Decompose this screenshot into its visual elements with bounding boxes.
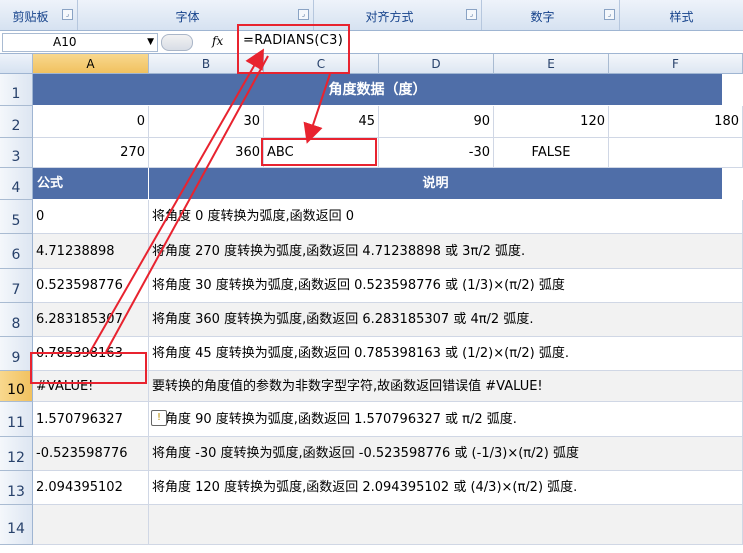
- ribbon-group-alignment[interactable]: 对齐方式 ⌟: [314, 0, 482, 30]
- description-cell-b14[interactable]: [149, 505, 743, 545]
- description-cell-b6[interactable]: 将角度 270 度转换为弧度,函数返回 4.71238898 或 3π/2 弧度…: [149, 234, 743, 269]
- formula-bar-handle[interactable]: [161, 34, 193, 51]
- description-cell-b5[interactable]: 将角度 0 度转换为弧度,函数返回 0: [149, 200, 743, 234]
- ribbon-group-number[interactable]: 数字 ⌟: [482, 0, 620, 30]
- row-header-10[interactable]: 10: [0, 371, 33, 402]
- row-header-3[interactable]: 3: [0, 138, 33, 168]
- data-cell-d2[interactable]: 90: [379, 106, 494, 138]
- ribbon-group-label: 对齐方式: [365, 10, 414, 24]
- table-title[interactable]: 角度数据（度）: [33, 74, 723, 106]
- description-cell-b12[interactable]: 将角度 -30 度转换为弧度,函数返回 -0.523598776 或 (-1/3…: [149, 437, 743, 471]
- chevron-down-icon[interactable]: ▼: [147, 34, 154, 51]
- row-header-13[interactable]: 13: [0, 471, 33, 505]
- ribbon-group-label: 字体: [175, 10, 200, 24]
- description-column-header[interactable]: 说明: [149, 168, 723, 200]
- data-cell-f2[interactable]: 180: [609, 106, 743, 138]
- result-cell-a11[interactable]: 1.570796327: [33, 402, 149, 437]
- result-cell-a8[interactable]: 6.283185307: [33, 303, 149, 337]
- data-cell-c3[interactable]: ABC: [264, 138, 379, 168]
- data-cell-c2[interactable]: 45: [264, 106, 379, 138]
- column-header-e[interactable]: E: [494, 54, 609, 74]
- row-header-14[interactable]: 14: [0, 505, 33, 545]
- description-cell-b13[interactable]: 将角度 120 度转换为弧度,函数返回 2.094395102 或 (4/3)×…: [149, 471, 743, 505]
- row-header-6[interactable]: 6: [0, 234, 33, 269]
- dialog-launcher-icon[interactable]: ⌟: [604, 9, 615, 20]
- dialog-launcher-icon[interactable]: ⌟: [298, 9, 309, 20]
- result-cell-a9[interactable]: 0.785398163: [33, 337, 149, 371]
- dialog-launcher-icon[interactable]: ⌟: [466, 9, 477, 20]
- result-cell-a5[interactable]: 0: [33, 200, 149, 234]
- ribbon-group-styles[interactable]: 样式: [620, 0, 743, 30]
- row-header-4[interactable]: 4: [0, 168, 33, 200]
- formula-column-header[interactable]: 公式: [33, 168, 149, 200]
- result-cell-a7[interactable]: 0.523598776: [33, 269, 149, 303]
- ribbon-group-clipboard[interactable]: 剪贴板 ⌟: [0, 0, 78, 30]
- row-header-11[interactable]: 11: [0, 402, 33, 437]
- row-header-12[interactable]: 12: [0, 437, 33, 471]
- error-warning-icon[interactable]: !: [151, 410, 167, 426]
- data-cell-d3[interactable]: -30: [379, 138, 494, 168]
- data-cell-b3[interactable]: 360: [149, 138, 264, 168]
- select-all-corner[interactable]: [0, 54, 33, 74]
- ribbon-group-label: 样式: [669, 10, 694, 24]
- data-cell-a2[interactable]: 0: [33, 106, 149, 138]
- ribbon-group-label: 数字: [530, 10, 555, 24]
- dialog-launcher-icon[interactable]: ⌟: [62, 9, 73, 20]
- formula-input[interactable]: =RADIANS(C3): [243, 33, 343, 48]
- column-header-d[interactable]: D: [379, 54, 494, 74]
- column-header-f[interactable]: F: [609, 54, 743, 74]
- result-cell-a13[interactable]: 2.094395102: [33, 471, 149, 505]
- formula-bar: A10 ▼ fx =RADIANS(C3): [0, 31, 743, 54]
- data-cell-a3[interactable]: 270: [33, 138, 149, 168]
- name-box[interactable]: A10 ▼: [2, 33, 158, 52]
- data-cell-b2[interactable]: 30: [149, 106, 264, 138]
- name-box-value: A10: [53, 35, 77, 49]
- row-header-5[interactable]: 5: [0, 200, 33, 234]
- ribbon: 剪贴板 ⌟ 字体 ⌟ 对齐方式 ⌟ 数字 ⌟ 样式: [0, 0, 743, 31]
- insert-function-icon[interactable]: fx: [212, 34, 223, 48]
- result-cell-a6[interactable]: 4.71238898: [33, 234, 149, 269]
- column-header-a[interactable]: A: [33, 54, 149, 74]
- ribbon-group-label: 剪贴板: [12, 10, 49, 24]
- row-header-2[interactable]: 2: [0, 106, 33, 138]
- description-cell-b8[interactable]: 将角度 360 度转换为弧度,函数返回 6.283185307 或 4π/2 弧…: [149, 303, 743, 337]
- data-cell-e3[interactable]: FALSE: [494, 138, 609, 168]
- row-header-8[interactable]: 8: [0, 303, 33, 337]
- data-cell-e2[interactable]: 120: [494, 106, 609, 138]
- result-cell-a10[interactable]: #VALUE!: [33, 371, 149, 402]
- column-header-c[interactable]: C: [264, 54, 379, 74]
- description-cell-b9[interactable]: 将角度 45 度转换为弧度,函数返回 0.785398163 或 (1/2)×(…: [149, 337, 743, 371]
- data-cell-f3[interactable]: [609, 138, 743, 168]
- description-cell-b11[interactable]: 将角度 90 度转换为弧度,函数返回 1.570796327 或 π/2 弧度.: [149, 402, 743, 437]
- row-header-7[interactable]: 7: [0, 269, 33, 303]
- description-cell-b7[interactable]: 将角度 30 度转换为弧度,函数返回 0.523598776 或 (1/3)×(…: [149, 269, 743, 303]
- row-header-1[interactable]: 1: [0, 74, 33, 106]
- description-cell-b10[interactable]: 要转换的角度值的参数为非数字型字符,故函数返回错误值 #VALUE!: [149, 371, 743, 402]
- column-header-b[interactable]: B: [149, 54, 264, 74]
- result-cell-a14[interactable]: [33, 505, 149, 545]
- row-header-9[interactable]: 9: [0, 337, 33, 371]
- ribbon-group-font[interactable]: 字体 ⌟: [78, 0, 314, 30]
- result-cell-a12[interactable]: -0.523598776: [33, 437, 149, 471]
